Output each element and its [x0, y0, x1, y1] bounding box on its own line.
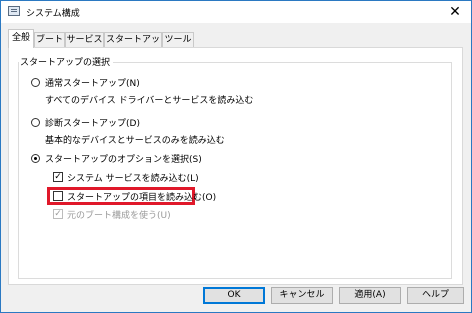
title-bar: システム構成 ✕ [1, 1, 471, 23]
startup-selection-group: スタートアップの選択 通常スタートアップ(N) すべてのデバイス ドライバーとサ… [18, 55, 452, 279]
selective-startup-radio[interactable] [31, 154, 40, 163]
selective-startup-label[interactable]: スタートアップのオプションを選択(S) [45, 152, 202, 165]
close-button[interactable]: ✕ [445, 4, 465, 20]
normal-startup-radio[interactable] [31, 78, 40, 87]
system-configuration-window: システム構成 ✕ 全般 ブート サービス スタートアップ ツール スタートアップ… [0, 0, 472, 313]
load-system-services-checkbox[interactable]: ✓ [53, 172, 63, 182]
window-title: システム構成 [26, 9, 80, 19]
use-original-boot-config-label: 元のブート構成を使う(U) [67, 211, 171, 221]
dialog-client-area: 全般 ブート サービス スタートアップ ツール スタートアップの選択 通常スター… [1, 23, 471, 312]
tab-services[interactable]: サービス [65, 32, 104, 47]
apply-button[interactable]: 適用(A) [339, 287, 401, 304]
general-tab-panel: スタートアップの選択 通常スタートアップ(N) すべてのデバイス ドライバーとサ… [8, 47, 463, 285]
system-configuration-icon [8, 6, 20, 16]
help-button[interactable]: ヘルプ [407, 287, 464, 304]
diagnostic-startup-label[interactable]: 診断スタートアップ(D) [45, 116, 140, 129]
use-original-boot-config-checkbox: ✓ [53, 209, 63, 219]
ok-button[interactable]: OK [203, 287, 265, 304]
diagnostic-startup-description: 基本的なデバイスとサービスのみを読み込む [45, 136, 225, 146]
cancel-button[interactable]: キャンセル [271, 287, 333, 304]
startup-selection-title: スタートアップの選択 [19, 55, 114, 68]
tab-tools[interactable]: ツール [162, 32, 194, 47]
load-startup-items-checkbox[interactable] [53, 191, 63, 201]
load-startup-items-label[interactable]: スタートアップの項目を読み込む(O) [67, 190, 216, 203]
load-system-services-label[interactable]: システム サービスを読み込む(L) [67, 171, 199, 184]
normal-startup-label[interactable]: 通常スタートアップ(N) [45, 76, 140, 89]
diagnostic-startup-radio[interactable] [31, 118, 40, 127]
tab-general[interactable]: 全般 [8, 29, 34, 48]
tab-boot[interactable]: ブート [34, 32, 65, 47]
tab-startup[interactable]: スタートアップ [104, 32, 162, 60]
normal-startup-description: すべてのデバイス ドライバーとサービスを読み込む [45, 96, 254, 106]
